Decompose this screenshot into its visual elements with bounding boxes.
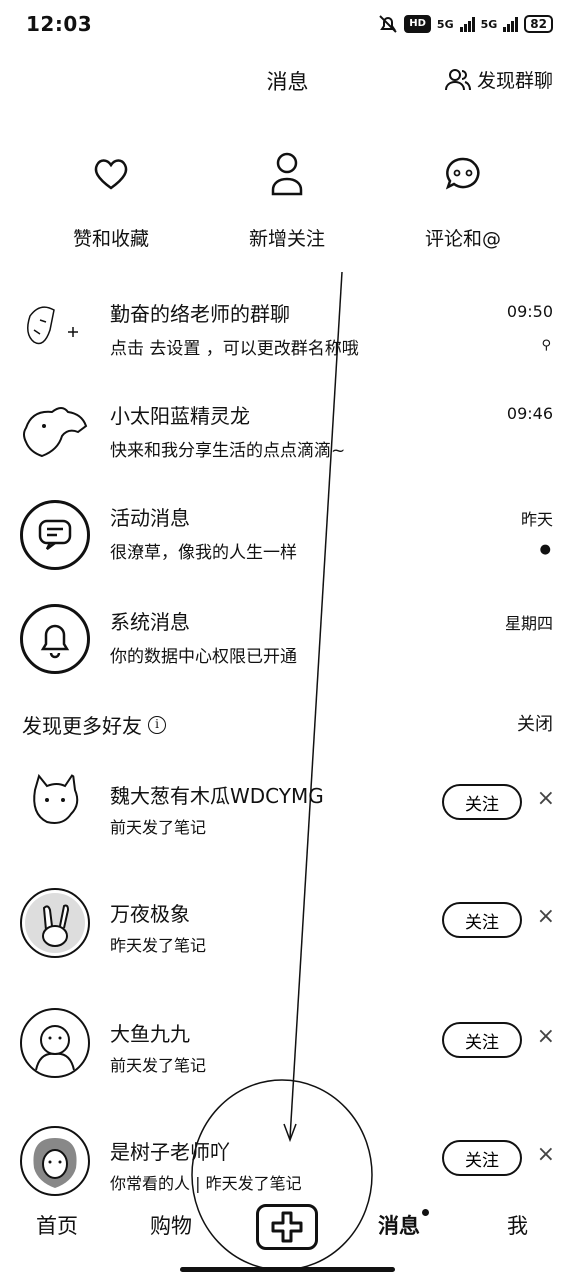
- follow-button[interactable]: 关注: [442, 1022, 522, 1058]
- tab-bar: 首页 购物 消息 我: [0, 1196, 575, 1256]
- rabbit-avatar-icon: [25, 893, 85, 953]
- header: 消息 发现群聊: [0, 58, 575, 102]
- discover-group-button[interactable]: 发现群聊: [444, 66, 553, 93]
- tab-shop[interactable]: 购物: [150, 1210, 192, 1240]
- followers-label: 新增关注: [248, 228, 325, 250]
- conversation-name: 活动消息: [110, 506, 190, 530]
- dismiss-icon[interactable]: ×: [537, 786, 555, 811]
- comment-icon: [445, 157, 480, 190]
- signal-icon-1: [459, 16, 475, 32]
- follow-button[interactable]: 关注: [442, 902, 522, 938]
- discover-close-button[interactable]: 关闭: [517, 710, 553, 736]
- suggestion-item[interactable]: 魏大葱有木瓜WDCYMG 前天发了笔记 关注 ×: [0, 770, 575, 870]
- conversation-time: 昨天: [520, 510, 553, 529]
- system-avatar: [20, 604, 90, 674]
- conversation-name: 小太阳蓝精灵龙: [110, 404, 250, 428]
- conversation-preview: 快来和我分享生活的点点滴滴~: [110, 441, 346, 461]
- group-avatar: [20, 296, 90, 366]
- suggestion-avatar: [20, 1126, 90, 1196]
- conversation-time: 09:46: [506, 404, 553, 423]
- mute-icon: ⚲: [541, 338, 551, 353]
- quick-actions: 赞和收藏 新增关注 评论和@: [0, 150, 575, 260]
- comments-label: 评论和@: [424, 228, 501, 250]
- likes-label: 赞和收藏: [72, 228, 149, 250]
- suggestion-avatar: [20, 1008, 90, 1078]
- create-post-button[interactable]: [256, 1204, 318, 1250]
- tab-home[interactable]: 首页: [36, 1210, 78, 1240]
- suggestion-avatar: [20, 888, 90, 958]
- suggestion-subtitle: 前天发了笔记: [110, 818, 207, 837]
- new-followers-button[interactable]: 新增关注: [212, 150, 362, 251]
- suggestion-item[interactable]: 大鱼九九 前天发了笔记 关注 ×: [0, 1008, 575, 1108]
- person-icon: [271, 152, 303, 196]
- plus-icon: [271, 1211, 303, 1243]
- signal-icon-2: [503, 16, 519, 32]
- suggestion-avatar: [20, 770, 90, 840]
- heart-icon: [94, 159, 128, 190]
- conversation-item[interactable]: 系统消息 你的数据中心权限已开通 星期四: [0, 604, 575, 704]
- bell-icon: [40, 624, 70, 659]
- conversation-item[interactable]: 勤奋的络老师的群聊 点击 去设置 ，可以更改群名称哦 09:50 ⚲: [0, 296, 575, 396]
- discover-title: 发现更多好友: [22, 714, 142, 738]
- messages-badge-dot: [421, 1208, 430, 1217]
- follow-button[interactable]: 关注: [442, 1140, 522, 1176]
- comments-button[interactable]: 评论和@: [388, 150, 538, 251]
- conversation-preview: 点击 去设置 ，可以更改群名称哦: [110, 339, 359, 359]
- discover-section-header: 发现更多好友 i 关闭: [0, 710, 575, 740]
- dismiss-icon[interactable]: ×: [537, 1024, 555, 1049]
- network-label-2: 5G: [480, 17, 498, 31]
- suggestion-item[interactable]: 万夜极象 昨天发了笔记 关注 ×: [0, 888, 575, 988]
- home-indicator[interactable]: [180, 1267, 395, 1272]
- tab-messages[interactable]: 消息: [378, 1210, 420, 1240]
- dismiss-icon[interactable]: ×: [537, 904, 555, 929]
- dragon-avatar: [20, 398, 90, 468]
- unread-dot-icon: ●: [539, 542, 551, 557]
- suggestion-subtitle: 昨天发了笔记: [110, 936, 207, 955]
- discover-title-wrap: 发现更多好友 i: [22, 710, 166, 739]
- dismiss-icon[interactable]: ×: [537, 1142, 555, 1167]
- battery-icon: 82: [524, 15, 553, 33]
- status-time: 12:03: [26, 12, 93, 36]
- suggestion-name: 大鱼九九: [110, 1022, 190, 1046]
- conversation-item[interactable]: 活动消息 很潦草，像我的人生一样 昨天 ●: [0, 500, 575, 600]
- activity-avatar: [20, 500, 90, 570]
- conversation-preview: 很潦草，像我的人生一样: [110, 543, 297, 563]
- hd-badge: HD: [404, 15, 431, 33]
- tab-me[interactable]: 我: [507, 1210, 528, 1240]
- people-icon: [444, 68, 471, 90]
- character-avatar-icon: [35, 1025, 75, 1071]
- chat-bubble-icon: [38, 519, 72, 550]
- cat-avatar-icon: [33, 771, 79, 824]
- suggestion-name: 是树子老师吖: [110, 1140, 230, 1164]
- bell-muted-icon: [379, 15, 397, 33]
- group-avatar-icon: [27, 306, 78, 345]
- status-icons: HD 5G 5G 82: [378, 14, 553, 34]
- suggestion-subtitle: 你常看的人 | 昨天发了笔记: [110, 1174, 302, 1193]
- conversation-time: 09:50: [506, 302, 553, 321]
- suggestion-name: 万夜极象: [110, 902, 190, 926]
- info-icon[interactable]: i: [148, 715, 166, 734]
- conversation-name: 系统消息: [110, 610, 190, 634]
- conversation-time: 星期四: [504, 614, 553, 633]
- dragon-avatar-icon: [23, 407, 88, 458]
- girl-avatar-icon: [33, 1138, 77, 1188]
- suggestion-name: 魏大葱有木瓜WDCYMG: [110, 784, 324, 808]
- discover-group-label: 发现群聊: [476, 70, 553, 92]
- network-label-1: 5G: [436, 17, 454, 31]
- status-bar: 12:03 HD 5G 5G 82: [0, 0, 575, 52]
- suggestion-subtitle: 前天发了笔记: [110, 1056, 207, 1075]
- conversation-preview: 你的数据中心权限已开通: [110, 647, 297, 667]
- conversation-name: 勤奋的络老师的群聊: [110, 302, 290, 326]
- conversation-item[interactable]: 小太阳蓝精灵龙 快来和我分享生活的点点滴滴~ 09:46: [0, 398, 575, 498]
- follow-button[interactable]: 关注: [442, 784, 522, 820]
- likes-and-favorites-button[interactable]: 赞和收藏: [36, 150, 186, 251]
